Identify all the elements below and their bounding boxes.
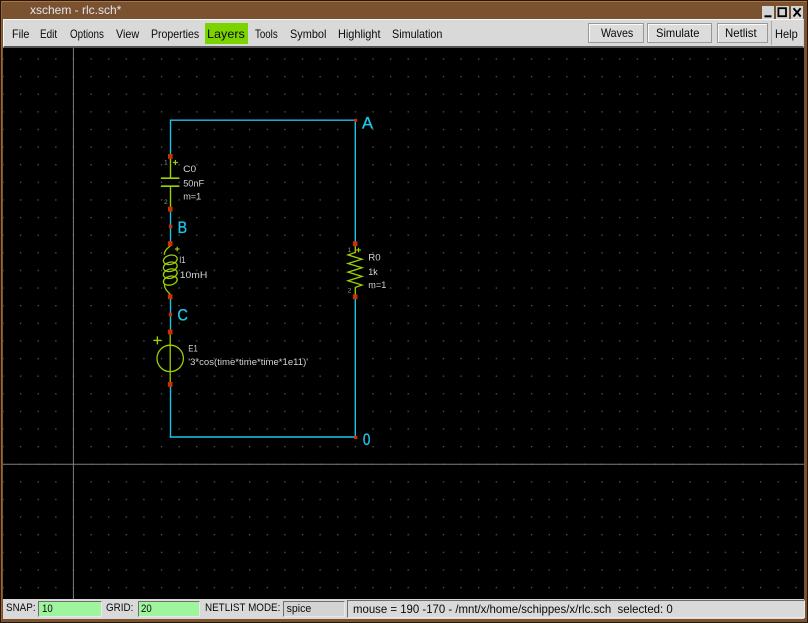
svg-text:A: A [362,113,374,132]
svg-text:E1: E1 [188,343,198,353]
svg-text:C: C [177,306,188,325]
svg-text:R0: R0 [368,253,380,263]
svg-text:m=1: m=1 [368,280,386,290]
svg-text:1: 1 [164,159,168,166]
svg-text:C0: C0 [183,164,196,174]
svg-text:10mH: 10mH [180,270,208,280]
svg-text:50nF: 50nF [183,179,204,189]
svg-text:B: B [178,218,188,237]
svg-text:0: 0 [363,430,371,449]
svg-text:1: 1 [348,247,352,254]
svg-text:m=1: m=1 [183,192,201,202]
svg-text:1k: 1k [368,267,378,277]
svg-text:2: 2 [348,288,352,295]
svg-text:'3*cos(time*time*time*1e11)': '3*cos(time*time*time*1e11)' [188,357,308,367]
svg-text:2: 2 [164,199,168,206]
svg-text:l1: l1 [179,255,185,265]
